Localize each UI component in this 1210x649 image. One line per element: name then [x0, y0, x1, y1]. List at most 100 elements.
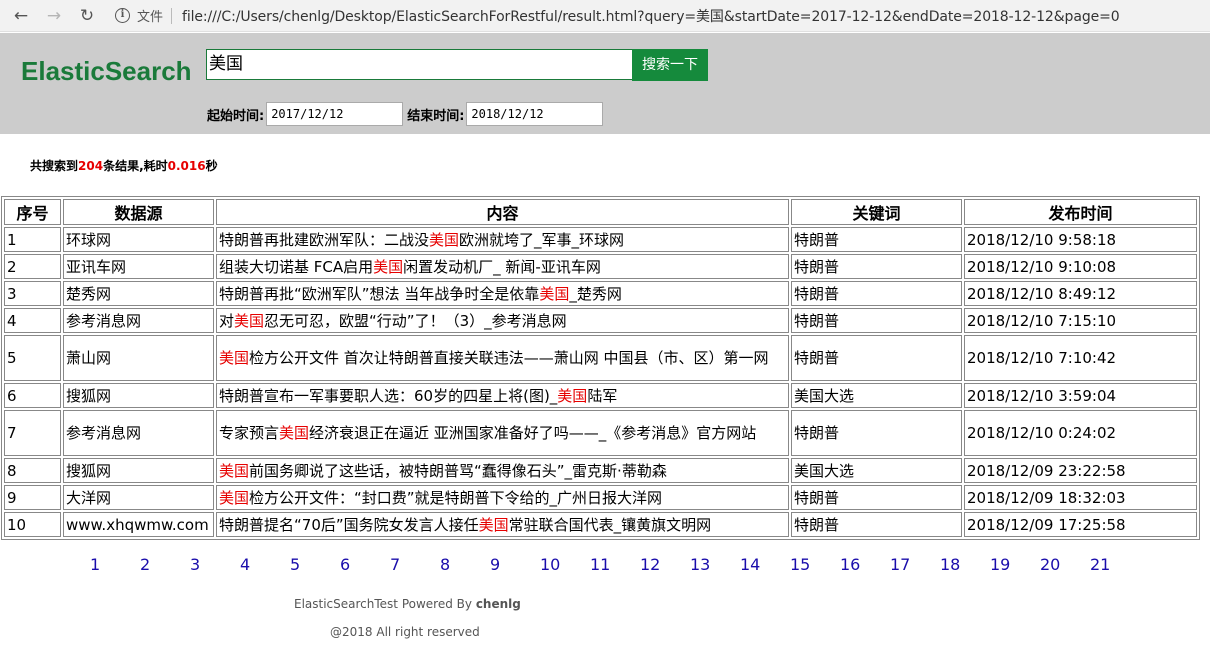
page-link-7[interactable]: 7	[390, 555, 400, 574]
cell-keyword: 特朗普	[791, 254, 962, 279]
cell-content: 特朗普再批“欧洲军队”想法 当年战争时全是依靠美国_楚秀网	[216, 281, 789, 306]
table-row: 1 环球网 特朗普再批建欧洲军队：二战没美国欧洲就垮了_军事_环球网 特朗普 2018/…	[4, 227, 1197, 252]
content-text-before: 特朗普再批建欧洲军队：二战没	[219, 230, 430, 249]
cell-number: 8	[4, 458, 61, 483]
cell-keyword: 特朗普	[791, 281, 962, 306]
cell-number: 10	[4, 512, 61, 537]
search-input[interactable]: 美国	[206, 49, 633, 80]
cell-publish-time: 2018/12/10 0:24:02	[964, 410, 1197, 456]
elapsed-time: 0.016	[167, 159, 206, 173]
cell-number: 5	[4, 335, 61, 381]
page-link-13[interactable]: 13	[690, 555, 710, 574]
cell-number: 9	[4, 485, 61, 510]
pagination: 1 2 3 4 5 6 7 8 9 10 11 12 13 14 15 16 17 18 19 20 21	[0, 555, 1210, 577]
table-header-row: 序号 数据源 内容 关键词 发布时间	[4, 199, 1197, 225]
page-link-17[interactable]: 17	[890, 555, 910, 574]
content-text-after: 忍无可忍，欧盟“行动”了！（3）_参考消息网	[264, 311, 567, 330]
content-text-after: 陆军	[587, 386, 618, 405]
cell-keyword: 特朗普	[791, 512, 962, 537]
cell-source: www.xhqwmw.com	[63, 512, 214, 537]
reload-icon[interactable]: ↻	[76, 5, 98, 27]
results-table: 序号 数据源 内容 关键词 发布时间 1 环球网 特朗普再批建欧洲军队：二战没美国欧…	[1, 196, 1200, 540]
cell-content: 特朗普提名“70后”国务院女发言人接任美国常驻联合国代表_镶黄旗文明网	[216, 512, 789, 537]
cell-keyword: 特朗普	[791, 335, 962, 381]
address-bar[interactable]: i 文件 file:///C:/Users/chenlg/Desktop/Ela…	[115, 0, 1120, 32]
cell-number: 6	[4, 383, 61, 408]
page-link-21[interactable]: 21	[1090, 555, 1110, 574]
content-keyword-highlight: 美国	[429, 230, 460, 249]
content-keyword-highlight: 美国	[219, 349, 250, 367]
content-text-before: 特朗普提名“70后”国务院女发言人接任	[219, 515, 479, 534]
content-text-after: 检方公开文件 首次让特朗普直接关联违法——萧山网 中国县（市、区）第一网	[249, 349, 769, 367]
cell-content: 特朗普宣布一军事要职人选：60岁的四星上将(图)_美国陆军	[216, 383, 789, 408]
table-row: 9 大洋网 美国检方公开文件：“封口费”就是特朗普下令给的_广州日报大洋网 特朗普 20…	[4, 485, 1197, 510]
table-row: 6 搜狐网 特朗普宣布一军事要职人选：60岁的四星上将(图)_美国陆军 美国大选 201…	[4, 383, 1197, 408]
cell-number: 1	[4, 227, 61, 252]
page-link-2[interactable]: 2	[140, 555, 150, 574]
cell-source: 搜狐网	[63, 383, 214, 408]
cell-keyword: 特朗普	[791, 308, 962, 333]
cell-source: 亚讯车网	[63, 254, 214, 279]
cell-source: 楚秀网	[63, 281, 214, 306]
page-link-6[interactable]: 6	[340, 555, 350, 574]
content-keyword-highlight: 美国	[478, 515, 509, 534]
start-date-label: 起始时间:	[207, 108, 265, 124]
content-text-before: 特朗普宣布一军事要职人选：60岁的四星上将(图)_	[219, 386, 558, 405]
table-row: 8 搜狐网 美国前国务卿说了这些话，被特朗普骂“蠢得像石头”_雷克斯·蒂勒森 美国大选…	[4, 458, 1197, 483]
info-icon[interactable]: i	[115, 8, 130, 23]
table-row: 2 亚讯车网 组装大切诺基 FCA启用美国闲置发动机厂_ 新闻-亚讯车网 特朗普 201…	[4, 254, 1197, 279]
cell-number: 4	[4, 308, 61, 333]
cell-source: 环球网	[63, 227, 214, 252]
cell-content: 美国检方公开文件：“封口费”就是特朗普下令给的_广州日报大洋网	[216, 485, 789, 510]
table-row: 3 楚秀网 特朗普再批“欧洲军队”想法 当年战争时全是依靠美国_楚秀网 特朗普 2018…	[4, 281, 1197, 306]
page-link-15[interactable]: 15	[790, 555, 810, 574]
cell-content: 组装大切诺基 FCA启用美国闲置发动机厂_ 新闻-亚讯车网	[216, 254, 789, 279]
address-url[interactable]: file:///C:/Users/chenlg/Desktop/ElasticS…	[182, 6, 1120, 26]
content-keyword-highlight: 美国	[219, 461, 250, 480]
result-count: 204	[78, 159, 104, 173]
date-range-row: 起始时间: 2017/12/12 结束时间: 2018/12/12	[207, 102, 604, 126]
cell-publish-time: 2018/12/10 3:59:04	[964, 383, 1197, 408]
page-link-20[interactable]: 20	[1040, 555, 1060, 574]
header-content: 内容	[216, 199, 789, 225]
page-link-5[interactable]: 5	[290, 555, 300, 574]
page-link-3[interactable]: 3	[190, 555, 200, 574]
cell-content: 特朗普再批建欧洲军队：二战没美国欧洲就垮了_军事_环球网	[216, 227, 789, 252]
table-row: 5 萧山网 美国检方公开文件 首次让特朗普直接关联违法——萧山网 中国县（市、区）第…	[4, 335, 1197, 381]
cell-source: 参考消息网	[63, 308, 214, 333]
start-date-input[interactable]: 2017/12/12	[266, 102, 404, 126]
forward-arrow-icon[interactable]: →	[43, 5, 65, 27]
search-button[interactable]: 搜索一下	[632, 49, 708, 81]
search-header: ElasticSearch 美国 搜索一下 起始时间: 2017/12/12 结…	[0, 33, 1210, 134]
cell-source: 大洋网	[63, 485, 214, 510]
footer-powered-prefix: ElasticSearchTest Powered By	[294, 597, 476, 611]
page-link-10[interactable]: 10	[540, 555, 560, 574]
content-text-after: 检方公开文件：“封口费”就是特朗普下令给的_广州日报大洋网	[249, 488, 663, 507]
content-text-after: 常驻联合国代表_镶黄旗文明网	[508, 515, 712, 534]
cell-publish-time: 2018/12/09 17:25:58	[964, 512, 1197, 537]
content-keyword-highlight: 美国	[373, 257, 404, 276]
content-text-before: 对	[219, 311, 235, 330]
content-text-before: 组装大切诺基 FCA启用	[219, 257, 374, 276]
cell-publish-time: 2018/12/10 9:10:08	[964, 254, 1197, 279]
summary-middle: 条结果,耗时	[103, 159, 168, 173]
cell-publish-time: 2018/12/09 18:32:03	[964, 485, 1197, 510]
page-link-1[interactable]: 1	[90, 555, 100, 574]
cell-keyword: 特朗普	[791, 410, 962, 456]
page-link-12[interactable]: 12	[640, 555, 660, 574]
end-date-input[interactable]: 2018/12/12	[466, 102, 604, 126]
page-link-14[interactable]: 14	[740, 555, 760, 574]
content-text-after: _楚秀网	[569, 284, 622, 303]
end-date-label: 结束时间:	[407, 108, 465, 124]
page-link-18[interactable]: 18	[940, 555, 960, 574]
page-link-16[interactable]: 16	[840, 555, 860, 574]
page-link-4[interactable]: 4	[240, 555, 250, 574]
logo: ElasticSearch	[21, 56, 192, 86]
content-text-after: 欧洲就垮了_军事_环球网	[459, 230, 625, 249]
page-link-11[interactable]: 11	[590, 555, 610, 574]
page-link-9[interactable]: 9	[490, 555, 500, 574]
cell-publish-time: 2018/12/09 23:22:58	[964, 458, 1197, 483]
back-arrow-icon[interactable]: ←	[10, 5, 32, 27]
page-link-19[interactable]: 19	[990, 555, 1010, 574]
page-link-8[interactable]: 8	[440, 555, 450, 574]
